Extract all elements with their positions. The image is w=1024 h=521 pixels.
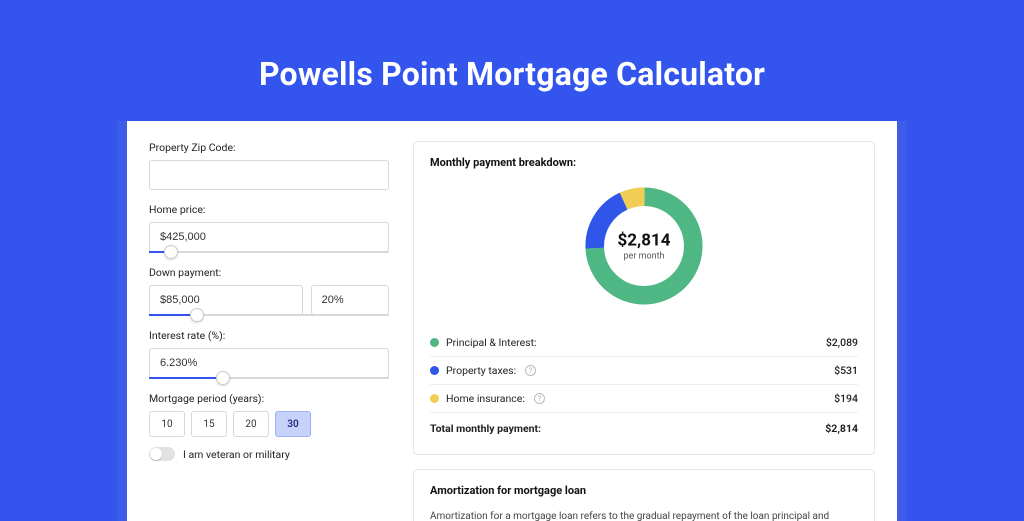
period-option-20[interactable]: 20 (233, 411, 269, 437)
legend-dot-principal (430, 338, 439, 347)
period-option-30[interactable]: 30 (275, 411, 311, 437)
info-icon[interactable]: ? (525, 365, 536, 376)
zip-label: Property Zip Code: (149, 141, 389, 154)
amortization-card: Amortization for mortgage loan Amortizat… (413, 469, 875, 521)
period-option-10[interactable]: 10 (149, 411, 185, 437)
results-column: Monthly payment breakdown: $2,814 per mo… (413, 141, 875, 521)
calculator-panel: Property Zip Code: Home price: Down paym… (127, 121, 897, 521)
panel-frame: Property Zip Code: Home price: Down paym… (117, 121, 907, 521)
legend-label-taxes: Property taxes: (446, 364, 516, 377)
breakdown-heading: Monthly payment breakdown: (430, 156, 858, 169)
legend-row-total: Total monthly payment: $2,814 (430, 412, 858, 442)
legend-row-principal: Principal & Interest: $2,089 (430, 329, 858, 356)
interest-field-group: Interest rate (%): (149, 329, 389, 379)
home-price-input[interactable] (149, 222, 389, 252)
down-payment-slider-thumb[interactable] (190, 308, 204, 322)
down-payment-label: Down payment: (149, 266, 389, 279)
veteran-toggle-label: I am veteran or military (183, 448, 290, 461)
legend-label-insurance: Home insurance: (446, 392, 525, 405)
legend-value-total: $2,814 (825, 422, 858, 435)
breakdown-card: Monthly payment breakdown: $2,814 per mo… (413, 141, 875, 455)
donut-subtext: per month (618, 252, 671, 262)
legend-value-insurance: $194 (834, 392, 858, 405)
interest-label: Interest rate (%): (149, 329, 389, 342)
home-price-slider-thumb[interactable] (164, 245, 178, 259)
home-price-slider[interactable] (149, 251, 389, 253)
info-icon[interactable]: ? (534, 393, 545, 404)
down-payment-pct-input[interactable] (311, 285, 389, 315)
period-field-group: Mortgage period (years): 10 15 20 30 (149, 392, 389, 437)
veteran-toggle[interactable] (149, 447, 175, 461)
zip-input[interactable] (149, 160, 389, 190)
interest-input[interactable] (149, 348, 389, 378)
legend-label-principal: Principal & Interest: (446, 336, 537, 349)
legend-dot-insurance (430, 394, 439, 403)
legend-row-insurance: Home insurance: ? $194 (430, 384, 858, 412)
period-label: Mortgage period (years): (149, 392, 389, 405)
period-option-15[interactable]: 15 (191, 411, 227, 437)
veteran-toggle-knob (150, 448, 162, 460)
down-payment-field-group: Down payment: (149, 266, 389, 316)
legend-label-total: Total monthly payment: (430, 422, 541, 435)
veteran-toggle-row: I am veteran or military (149, 447, 389, 461)
down-payment-slider[interactable] (149, 314, 389, 316)
interest-slider-thumb[interactable] (216, 371, 230, 385)
amortization-heading: Amortization for mortgage loan (430, 484, 858, 497)
home-price-label: Home price: (149, 203, 389, 216)
donut-center: $2,814 per month (618, 231, 671, 262)
legend-value-principal: $2,089 (826, 336, 858, 349)
amortization-text: Amortization for a mortgage loan refers … (430, 509, 858, 521)
inputs-column: Property Zip Code: Home price: Down paym… (149, 141, 389, 521)
home-price-field-group: Home price: (149, 203, 389, 253)
legend-row-taxes: Property taxes: ? $531 (430, 356, 858, 384)
legend-value-taxes: $531 (834, 364, 858, 377)
donut-chart-wrap: $2,814 per month (430, 181, 858, 311)
zip-field-group: Property Zip Code: (149, 141, 389, 190)
page-title: Powells Point Mortgage Calculator (259, 55, 765, 93)
donut-amount: $2,814 (618, 231, 671, 251)
legend-dot-taxes (430, 366, 439, 375)
down-payment-input[interactable] (149, 285, 303, 315)
interest-slider[interactable] (149, 377, 389, 379)
